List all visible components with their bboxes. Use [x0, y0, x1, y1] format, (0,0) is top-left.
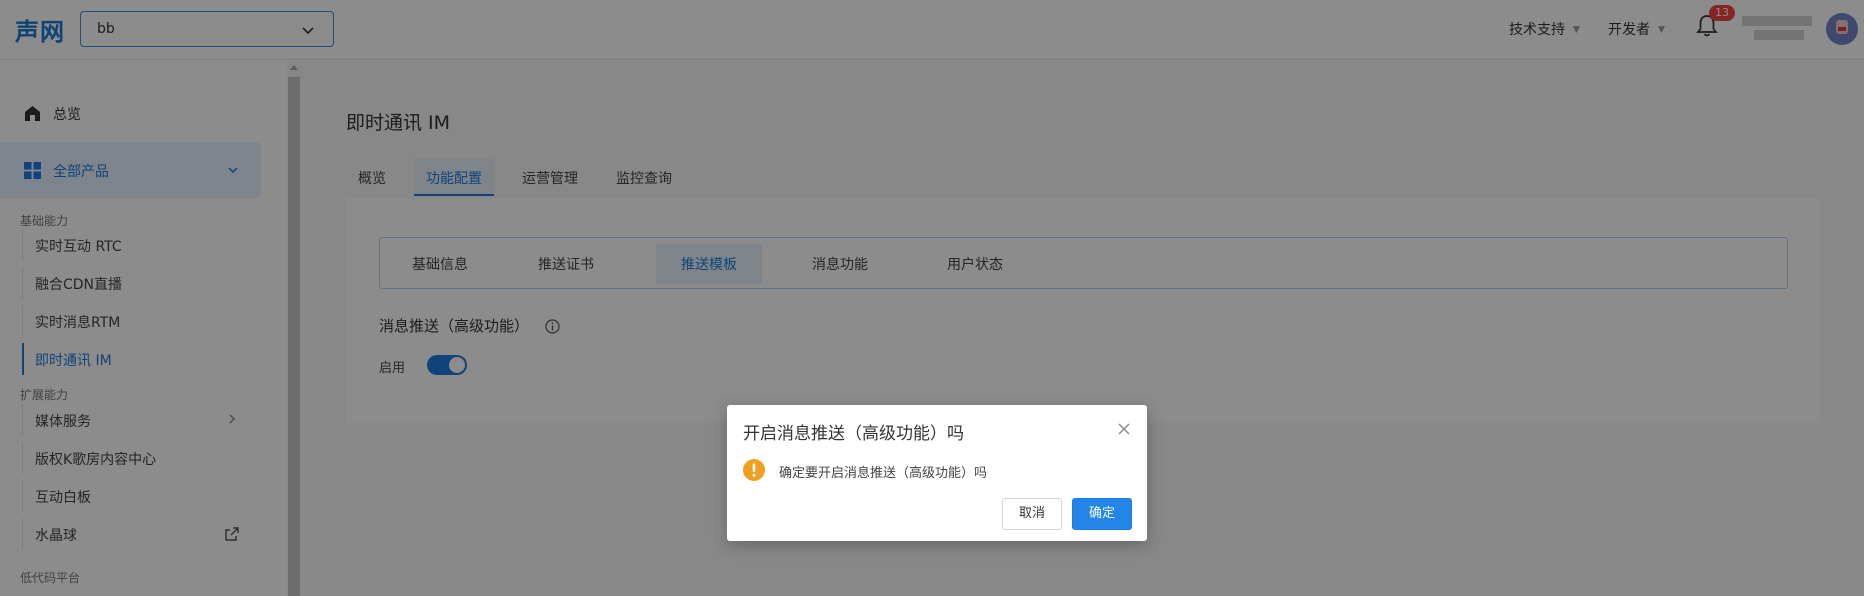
confirm-button[interactable]: 确定: [1072, 498, 1132, 530]
dialog-message: 确定要开启消息推送（高级功能）吗: [779, 466, 988, 481]
confirm-dialog: 开启消息推送（高级功能）吗 确定要开启消息推送（高级功能）吗 取消 确定: [727, 405, 1147, 541]
dialog-title: 开启消息推送（高级功能）吗: [743, 424, 964, 444]
cancel-button[interactable]: 取消: [1002, 498, 1062, 530]
close-icon[interactable]: [1117, 422, 1131, 436]
warning-icon: [743, 459, 765, 481]
